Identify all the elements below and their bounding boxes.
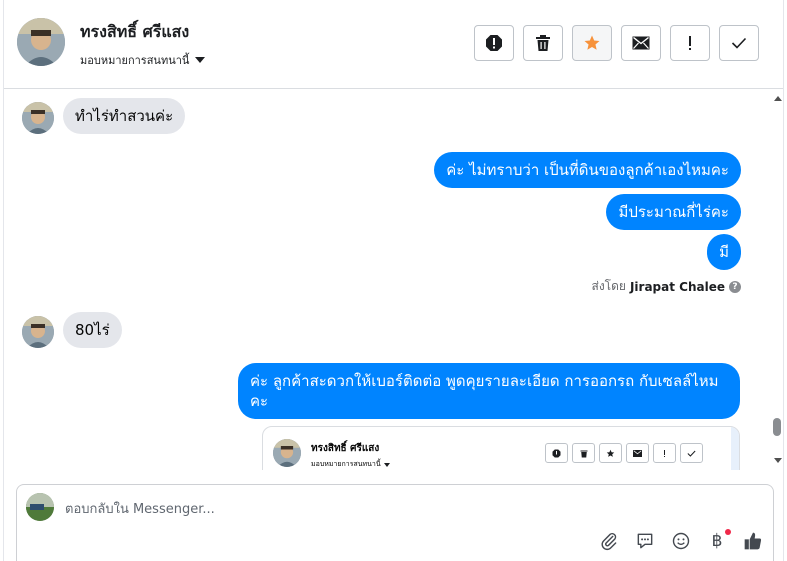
- alert-octagon-icon: [486, 35, 502, 51]
- thread-scrollbar[interactable]: [770, 90, 785, 470]
- smiley-icon[interactable]: [671, 531, 691, 551]
- conversation-toolbar: [474, 25, 759, 61]
- contact-avatar-small: [22, 102, 54, 134]
- notification-dot: [725, 529, 731, 535]
- star-icon: [584, 35, 600, 50]
- caret-down-icon: [195, 57, 206, 63]
- screenshot-edge: [731, 427, 739, 470]
- screenshot-assign-label: มอบหมายการสนทนานี้: [311, 460, 381, 468]
- check-icon: [731, 37, 747, 49]
- trash-icon: [536, 35, 550, 51]
- alert-octagon-icon: [545, 443, 568, 463]
- envelope-icon: [632, 36, 650, 50]
- conversation-panel: ทรงสิทธิ์ ศรีแสง มอบหมายการสนทนานี้ ทำไร…: [3, 0, 784, 561]
- contact-avatar[interactable]: [17, 18, 65, 66]
- scrollbar-thumb[interactable]: [773, 418, 781, 436]
- speech-bubble-icon[interactable]: [635, 531, 655, 551]
- trash-icon: [572, 443, 595, 463]
- done-button[interactable]: [719, 25, 759, 61]
- message-thread[interactable]: ทำไร่ทำสวนค่ะ ค่ะ ไม่ทราบว่า เป็นที่ดินข…: [4, 90, 770, 470]
- screenshot-avatar: [273, 439, 301, 467]
- star-icon: [599, 443, 622, 463]
- scroll-down-arrow-icon[interactable]: [774, 458, 782, 463]
- help-icon[interactable]: ?: [729, 280, 741, 293]
- sent-by-agent: Jirapat Chalee: [629, 279, 725, 294]
- outgoing-message[interactable]: ค่ะ ไม่ทราบว่า เป็นที่ดินของลูกค้าเองไหม…: [434, 152, 741, 188]
- incoming-message[interactable]: ทำไร่ทำสวนค่ะ: [63, 98, 186, 134]
- exclamation-icon: [689, 36, 691, 50]
- delete-button[interactable]: [523, 25, 563, 61]
- thumbs-up-icon[interactable]: [743, 531, 763, 551]
- assign-label: มอบหมายการสนทนานี้: [80, 54, 190, 67]
- envelope-icon: [626, 443, 649, 463]
- conversation-header: ทรงสิทธิ์ ศรีแสง มอบหมายการสนทนานี้: [4, 0, 783, 89]
- contact-avatar-small: [22, 316, 54, 348]
- scroll-up-arrow-icon[interactable]: [774, 96, 782, 101]
- sent-by-prefix: ส่งโดย: [591, 279, 626, 293]
- follow-up-button[interactable]: [670, 25, 710, 61]
- incoming-message[interactable]: 80ไร่: [63, 312, 122, 348]
- caret-down-icon: [383, 462, 390, 467]
- screenshot-assign: มอบหมายการสนทนานี้: [311, 459, 390, 470]
- shared-screenshot[interactable]: ทรงสิทธิ์ ศรีแสง มอบหมายการสนทนานี้: [262, 426, 740, 470]
- outgoing-message[interactable]: มี: [707, 234, 741, 270]
- contact-name[interactable]: ทรงสิทธิ์ ศรีแสง: [80, 20, 189, 45]
- outgoing-message[interactable]: ค่ะ ลูกค้าสะดวกให้เบอร์ติดต่อ พูดคุยรายล…: [238, 363, 740, 419]
- outgoing-message[interactable]: มีประมาณกี่ไร่คะ: [606, 194, 741, 230]
- star-button[interactable]: [572, 25, 612, 61]
- spam-button[interactable]: [474, 25, 514, 61]
- reply-input[interactable]: [65, 499, 665, 519]
- reply-composer: ฿: [16, 484, 774, 561]
- check-icon: [680, 443, 703, 463]
- screenshot-toolbar: [545, 443, 703, 463]
- paperclip-icon[interactable]: [599, 531, 619, 551]
- baht-icon[interactable]: ฿: [707, 529, 731, 551]
- baht-symbol: ฿: [711, 531, 723, 551]
- exclamation-icon: [653, 443, 676, 463]
- screenshot-contact-name: ทรงสิทธิ์ ศรีแสง: [311, 443, 380, 454]
- email-button[interactable]: [621, 25, 661, 61]
- composer-tools: ฿: [599, 529, 763, 551]
- assign-conversation-dropdown[interactable]: มอบหมายการสนทนานี้: [80, 51, 206, 69]
- sent-by-label: ส่งโดย Jirapat Chalee ?: [591, 277, 741, 296]
- page-avatar: [26, 493, 54, 521]
